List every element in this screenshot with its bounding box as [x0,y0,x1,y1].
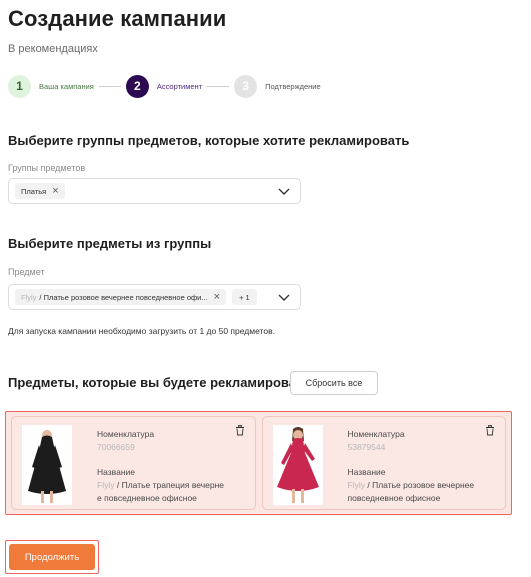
groups-select[interactable]: Платья × [8,178,301,204]
items-heading: Выберите предметы из группы [8,236,212,251]
trash-icon[interactable] [485,425,495,436]
groups-field-label: Группы предметов [8,163,86,173]
product-card: Номенклатура 53879544 Название Flyly / П… [261,416,506,510]
page-title: Создание кампании [8,6,227,31]
chevron-down-icon[interactable] [278,292,290,302]
product-name: / Платье розовое вечернее [367,480,475,490]
step-divider [98,85,121,87]
groups-heading: Выберите группы предметов, которые хотит… [8,133,410,148]
trash-icon[interactable] [235,425,245,436]
more-items-badge[interactable]: + 1 [232,289,257,305]
product-brand: Flyly [347,480,365,490]
product-card: Номенклатура 70066659 Название Flyly / П… [11,416,256,510]
step-label: Подтверждение [265,81,321,91]
step-number: 1 [8,74,31,98]
group-chip: Платья × [15,183,65,199]
product-image[interactable] [272,425,323,505]
page-subtitle: В рекомендациях [8,43,98,55]
sku-label: Номенклатура [347,429,405,439]
product-name-line: повседневное офисное [347,493,441,503]
items-field-label: Предмет [8,267,45,277]
reset-all-button[interactable]: Сбросить все [290,371,378,395]
name-label: Название [347,467,386,477]
continue-button[interactable]: Продолжить [9,544,95,570]
advertised-heading-text: Предметы, которые вы будете рекламироват… [8,375,311,390]
product-name-line: е повседневное офисное [97,493,197,503]
selected-products: Номенклатура 70066659 Название Flyly / П… [5,411,512,515]
upload-hint: Для запуска кампании необходимо загрузит… [8,326,275,336]
product-name-line: Flyly / Платье розовое вечернее [348,480,475,490]
step-label: Ваша кампания [39,81,94,91]
product-name-line: Flyly / Платье трапеция вечерне [97,480,224,490]
step-number: 3 [234,74,258,98]
advertised-heading: Предметы, которые вы будете рекламироват… [8,375,324,390]
sku-label: Номенклатура [97,429,155,439]
step-number: 2 [125,74,149,98]
step-label: Ассортимент [156,81,203,91]
chip-brand: Flyly [21,292,37,302]
chip-label: / Платье розовое вечернее повседневное о… [39,292,208,302]
chip-label: Платья [21,186,47,196]
items-select[interactable]: Flyly / Платье розовое вечернее повседне… [8,284,301,310]
step-divider [207,85,230,87]
step-campaign[interactable]: 1 Ваша кампания [8,74,94,98]
sku-value: 70066659 [97,442,135,452]
chip-remove-icon[interactable]: × [214,291,220,303]
product-image[interactable] [22,425,72,505]
product-brand: Flyly [97,480,115,490]
name-label: Название [97,467,135,477]
step-assortment[interactable]: 2 Ассортимент [125,74,203,98]
stepper: 1 Ваша кампания 2 Ассортимент 3 Подтверж… [8,74,321,98]
product-name: / Платье трапеция вечерне [116,480,225,490]
step-confirmation[interactable]: 3 Подтверждение [234,74,321,98]
continue-highlight: Продолжить [5,540,99,574]
item-chip: Flyly / Платье розовое вечернее повседне… [15,289,227,305]
chip-remove-icon[interactable]: × [52,185,58,197]
sku-value: 53879544 [347,442,386,452]
chevron-down-icon[interactable] [278,186,290,196]
